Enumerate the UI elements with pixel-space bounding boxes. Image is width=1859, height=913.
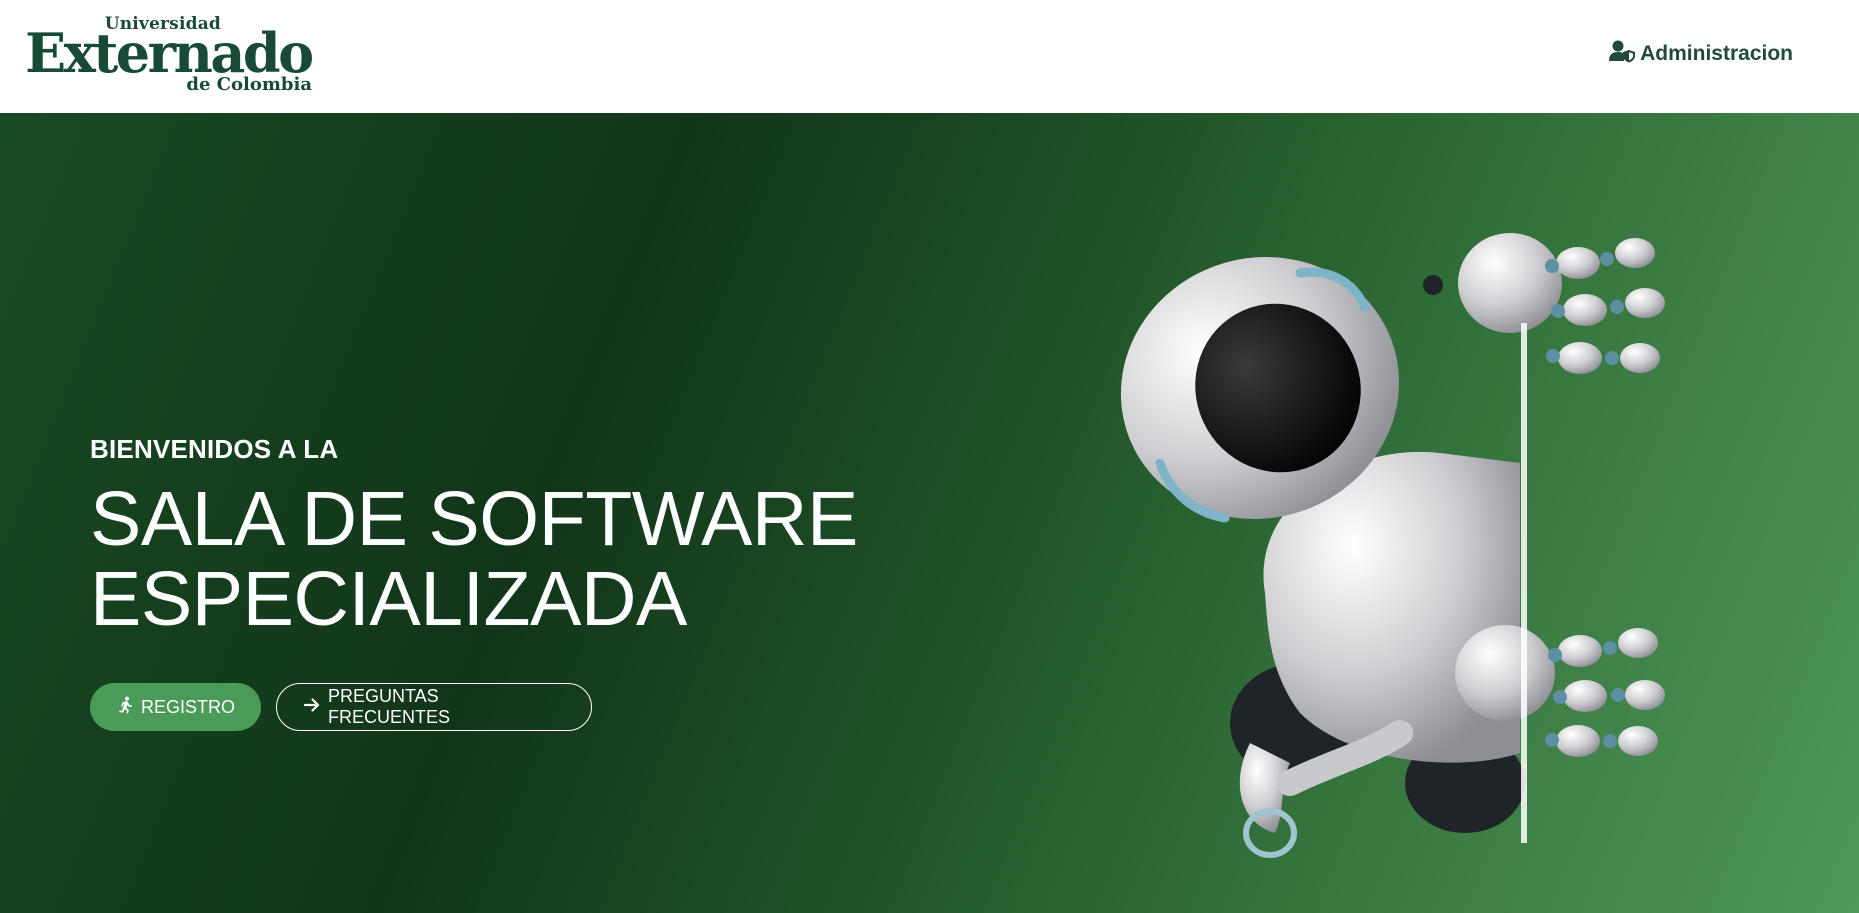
hero-buttons: REGISTRO PREGUNTAS FRECUENTES (90, 683, 592, 731)
university-logo[interactable]: Universidad Externado de Colombia (25, 10, 315, 98)
hero-headline-line2: ESPECIALIZADA (90, 556, 687, 642)
hero-eyebrow: BIENVENIDOS A LA (90, 434, 339, 464)
hero-headline: SALA DE SOFTWARE ESPECIALIZADA (90, 479, 858, 639)
logo-line-bottom: de Colombia (186, 74, 312, 95)
preguntas-frecuentes-button[interactable]: PREGUNTAS FRECUENTES (276, 683, 592, 731)
running-person-icon (116, 696, 134, 719)
hero-text: BIENVENIDOS A LA SALA DE SOFTWARE ESPECI… (90, 434, 858, 639)
admin-link[interactable]: Administracion (1608, 40, 1793, 68)
arrow-right-icon (303, 696, 321, 719)
preguntas-frecuentes-button-label: PREGUNTAS FRECUENTES (328, 686, 451, 727)
admin-link-label: Administracion (1640, 42, 1793, 65)
robot-peeking-illustration (1120, 233, 1665, 858)
hero-section: BIENVENIDOS A LA SALA DE SOFTWARE ESPECI… (0, 113, 1859, 913)
user-shield-icon (1608, 39, 1636, 69)
hero-headline-line1: SALA DE SOFTWARE (90, 476, 858, 562)
registro-button-label: REGISTRO (141, 696, 236, 717)
site-header: Universidad Externado de Colombia Admini… (0, 0, 1859, 113)
registro-button[interactable]: REGISTRO (90, 683, 261, 731)
